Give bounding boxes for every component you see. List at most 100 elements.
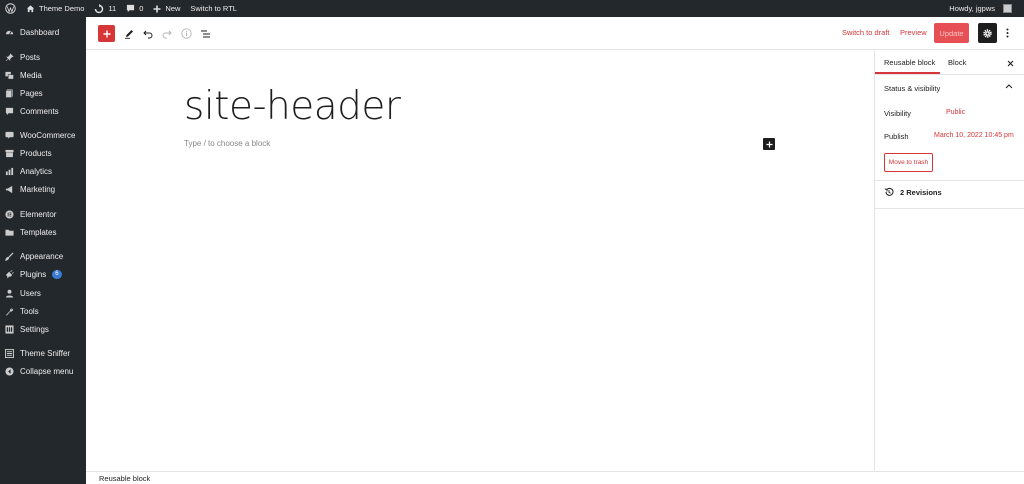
chevron-up-icon (1005, 84, 1013, 89)
home-icon (26, 5, 35, 13)
preview-button[interactable]: Preview (900, 28, 927, 37)
redo-icon (162, 30, 172, 38)
admin-bar: Theme Demo 11 0 New Switch to RTL Howdy,… (0, 0, 1024, 17)
my-account-link[interactable]: Howdy, jgpws (944, 0, 1024, 17)
collapse-icon (5, 366, 14, 376)
sidebar-item-analytics[interactable]: Analytics (0, 162, 86, 180)
revisions-label: 2 Revisions (900, 187, 942, 197)
sidebar-item-theme-sniffer[interactable]: Theme Sniffer (0, 344, 86, 362)
wordpress-icon (5, 3, 16, 14)
sidebar-item-comments[interactable]: Comments (0, 102, 86, 120)
block-appender-placeholder[interactable]: Type / to choose a block (184, 139, 270, 148)
settings-sidebar: Reusable block Block Status & visibility… (874, 50, 1024, 471)
sidebar-item-woocommerce[interactable]: WooCommerce (0, 126, 86, 144)
rtl-label: Switch to RTL (190, 4, 237, 13)
switch-rtl-link[interactable]: Switch to RTL (185, 0, 242, 17)
sidebar-item-label: Marketing (20, 184, 56, 194)
sidebar-item-label: Plugins (20, 269, 47, 279)
wrench-icon (5, 307, 14, 316)
sidebar-item-plugins[interactable]: Plugins 6 (0, 265, 86, 283)
revisions-link[interactable]: 2 Revisions (884, 187, 942, 197)
comments-link[interactable]: 0 (121, 0, 148, 17)
post-title[interactable]: site-header (184, 84, 401, 129)
breadcrumb-item[interactable]: Reusable block (99, 474, 150, 483)
details-button[interactable] (178, 25, 195, 42)
sidebar-item-media[interactable]: Media (0, 66, 86, 84)
block-breadcrumb: Reusable block (86, 471, 1024, 484)
sidebar-item-label: Elementor (20, 209, 57, 219)
media-icon (5, 71, 14, 80)
comment-icon (127, 4, 135, 13)
sidebar-item-appearance[interactable]: Appearance (0, 247, 86, 265)
user-icon (5, 289, 14, 298)
tab-reusable-block[interactable]: Reusable block (884, 58, 935, 67)
undo-button[interactable] (139, 25, 156, 42)
editor-toolbar: Switch to draft Preview Update (86, 17, 1024, 50)
status-visibility-toggle[interactable]: Status & visibility (875, 75, 1024, 101)
history-icon (884, 187, 894, 196)
add-block-button[interactable] (98, 25, 115, 42)
comments-count: 0 (139, 4, 144, 13)
site-name-link[interactable]: Theme Demo (21, 0, 89, 17)
sidebar-item-settings[interactable]: Settings (0, 320, 86, 338)
sidebar-item-tools[interactable]: Tools (0, 302, 86, 320)
plus-icon (103, 30, 110, 37)
sidebar-item-users[interactable]: Users (0, 284, 86, 302)
list-view-icon (201, 30, 210, 37)
sidebar-item-products[interactable]: Products (0, 144, 86, 162)
settings-icon (5, 324, 14, 334)
gear-icon (983, 28, 992, 38)
avatar (1003, 4, 1012, 13)
list-icon (5, 348, 14, 358)
sidebar-item-label: Collapse menu (20, 366, 74, 376)
pin-icon (5, 52, 14, 62)
sidebar-item-label: Products (20, 148, 52, 158)
plus-icon (153, 5, 161, 12)
archive-icon (5, 149, 14, 158)
close-icon (1007, 60, 1013, 66)
folder-icon (5, 228, 14, 237)
sidebar-item-label: Settings (20, 324, 49, 334)
settings-toggle-button[interactable] (978, 23, 997, 43)
publish-date-toggle[interactable]: March 10, 2022 10:45 pm (934, 132, 1014, 139)
visibility-toggle[interactable]: Public (946, 109, 965, 116)
updates-link[interactable]: 11 (89, 0, 121, 17)
more-options-button[interactable] (1002, 24, 1012, 42)
sidebar-item-posts[interactable]: Posts (0, 48, 86, 66)
woocommerce-icon (5, 131, 14, 140)
tools-button[interactable] (120, 25, 137, 42)
sidebar-item-label: Pages (20, 88, 43, 98)
panel-divider (875, 180, 1024, 181)
sidebar-item-label: Appearance (20, 251, 64, 261)
sidebar-item-label: WooCommerce (20, 130, 76, 140)
sidebar-item-label: Comments (20, 106, 59, 116)
list-view-button[interactable] (197, 25, 214, 42)
sidebar-item-elementor[interactable]: Elementor (0, 205, 86, 223)
new-content-link[interactable]: New (148, 0, 185, 17)
switch-to-draft-button[interactable]: Switch to draft (842, 28, 890, 37)
megaphone-icon (5, 185, 14, 194)
wordpress-logo-button[interactable] (0, 0, 21, 17)
sidebar-item-dashboard[interactable]: Dashboard (0, 23, 86, 41)
sidebar-item-pages[interactable]: Pages (0, 84, 86, 102)
move-to-trash-button[interactable]: Move to trash (884, 153, 933, 172)
chart-icon (5, 167, 14, 176)
close-sidebar-button[interactable] (1005, 58, 1015, 68)
sidebar-item-marketing[interactable]: Marketing (0, 180, 86, 198)
editor-canvas: site-header Type / to choose a block (86, 50, 874, 471)
sidebar-item-label: Media (20, 70, 42, 80)
undo-icon (142, 30, 152, 38)
plug-icon (5, 269, 14, 279)
update-button[interactable]: Update (934, 23, 969, 43)
sidebar-item-label: Tools (20, 306, 39, 316)
redo-button[interactable] (158, 25, 175, 42)
sidebar-collapse-button[interactable]: Collapse menu (0, 362, 86, 380)
howdy-text: Howdy, jgpws (949, 4, 995, 13)
section-title: Status & visibility (884, 83, 941, 93)
active-tab-indicator (875, 72, 940, 74)
sidebar-item-templates[interactable]: Templates (0, 223, 86, 241)
inline-inserter-button[interactable] (763, 138, 775, 150)
sidebar-item-label: Users (20, 288, 41, 298)
tab-block[interactable]: Block (948, 58, 966, 67)
page-icon (5, 88, 14, 98)
